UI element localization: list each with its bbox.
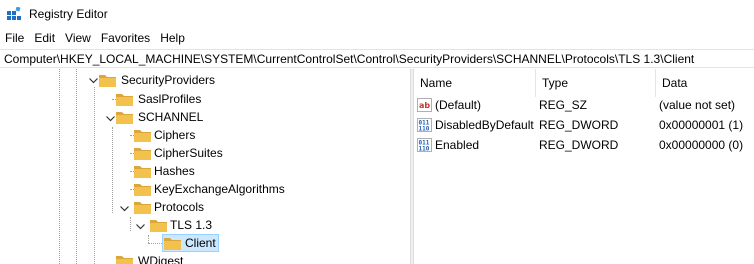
tree-guide-line: [94, 87, 95, 264]
menu-edit[interactable]: Edit: [29, 29, 60, 48]
menu-bar: File Edit View Favorites Help: [0, 29, 754, 48]
folder-icon: [134, 148, 151, 160]
tree-item-client[interactable]: Client: [185, 235, 216, 251]
folder-icon: [134, 166, 151, 178]
folder-icon: [116, 94, 133, 106]
folder-icon: [164, 238, 181, 250]
svg-text:110: 110: [419, 146, 430, 153]
folder-icon: [134, 202, 151, 214]
window-title: Registry Editor: [29, 7, 108, 21]
value-type: REG_DWORD: [539, 118, 619, 132]
collapse-chevron-icon[interactable]: [104, 113, 116, 125]
value-row[interactable]: ab (Default) REG_SZ (value not set): [414, 95, 754, 115]
value-name: Enabled: [435, 138, 480, 152]
value-data: (value not set): [659, 98, 736, 112]
folder-icon: [134, 184, 151, 196]
tree-item-saslprofiles[interactable]: SaslProfiles: [138, 91, 201, 107]
title-bar: Registry Editor: [0, 0, 754, 28]
collapse-chevron-icon[interactable]: [134, 221, 146, 233]
binary-value-icon: 011 110: [417, 118, 432, 132]
tree-item-keyexchangealgorithms[interactable]: KeyExchangeAlgorithms: [154, 181, 285, 197]
tree-item-securityproviders[interactable]: SecurityProviders: [121, 72, 215, 88]
tree-guide-line: [148, 235, 149, 243]
key-tree[interactable]: SecurityProviders SaslProfiles SCHANNEL …: [0, 69, 410, 264]
value-name: (Default): [435, 98, 482, 112]
address-path[interactable]: Computer\HKEY_LOCAL_MACHINE\SYSTEM\Curre…: [4, 51, 694, 67]
value-data: 0x00000001 (1): [659, 118, 744, 132]
tree-item-wdigest[interactable]: WDigest: [138, 253, 183, 264]
tree-item-ciphers[interactable]: Ciphers: [154, 127, 195, 143]
value-row[interactable]: 011 110 DisabledByDefault REG_DWORD 0x00…: [414, 115, 754, 135]
values-list[interactable]: Name Type Data ab (Default) REG_SZ (valu…: [414, 69, 754, 264]
folder-icon: [134, 130, 151, 142]
column-header-type[interactable]: Type: [536, 69, 656, 97]
svg-text:110: 110: [419, 126, 430, 133]
menu-favorites[interactable]: Favorites: [96, 29, 155, 48]
tree-item-schannel[interactable]: SCHANNEL: [138, 109, 203, 125]
registry-editor-icon: [7, 7, 21, 20]
folder-icon: [116, 112, 133, 124]
tree-item-tls13[interactable]: TLS 1.3: [170, 217, 212, 233]
value-type: REG_DWORD: [539, 138, 619, 152]
tree-item-hashes[interactable]: Hashes: [154, 163, 195, 179]
column-header-name[interactable]: Name: [414, 69, 536, 97]
menu-view[interactable]: View: [60, 29, 96, 48]
folder-icon: [99, 75, 116, 87]
tree-guide-line: [112, 127, 113, 213]
menu-file[interactable]: File: [0, 29, 29, 48]
binary-value-icon: 011 110: [417, 138, 432, 152]
collapse-chevron-icon[interactable]: [118, 203, 130, 215]
tree-item-ciphersuites[interactable]: CipherSuites: [154, 145, 223, 161]
address-bar[interactable]: Computer\HKEY_LOCAL_MACHINE\SYSTEM\Curre…: [0, 49, 754, 68]
value-row[interactable]: 011 110 Enabled REG_DWORD 0x00000000 (0): [414, 135, 754, 155]
tree-item-protocols[interactable]: Protocols: [154, 199, 204, 215]
value-type: REG_SZ: [539, 98, 588, 112]
tree-guide-line: [76, 69, 77, 264]
svg-text:ab: ab: [419, 101, 430, 110]
column-header-data[interactable]: Data: [656, 69, 754, 97]
folder-icon: [116, 256, 133, 264]
folder-icon: [150, 220, 167, 232]
value-name: DisabledByDefault: [435, 118, 534, 132]
tree-guide-line: [59, 69, 60, 264]
value-data: 0x00000000 (0): [659, 138, 744, 152]
string-value-icon: ab: [417, 98, 432, 112]
tree-guide-line: [130, 217, 131, 231]
menu-help[interactable]: Help: [155, 29, 190, 48]
collapse-chevron-icon[interactable]: [87, 75, 99, 87]
